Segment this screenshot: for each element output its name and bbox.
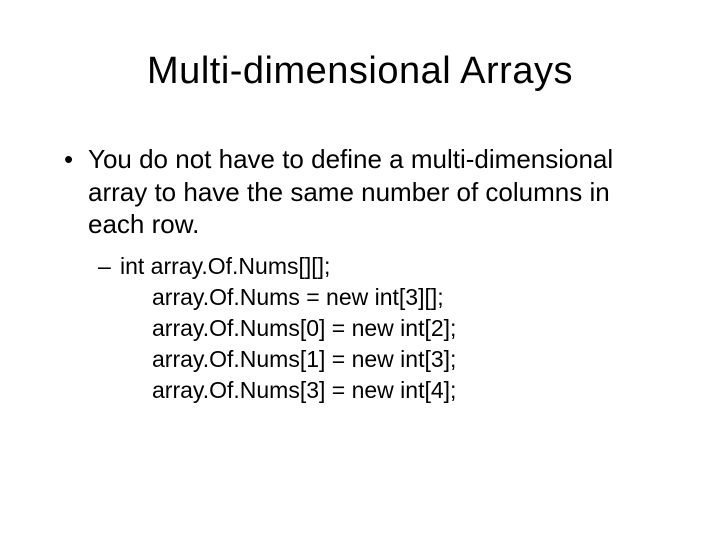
slide: Multi-dimensional Arrays • You do not ha… <box>0 0 720 540</box>
sub-bullet-marker: – <box>98 251 120 282</box>
bullet-item: • You do not have to define a multi-dime… <box>60 143 660 241</box>
bullet-marker: • <box>60 143 88 241</box>
code-text: array.Of.Nums[0] = new int[2]; <box>152 313 660 344</box>
slide-title: Multi-dimensional Arrays <box>60 50 660 93</box>
code-text: array.Of.Nums[1] = new int[3]; <box>152 344 660 375</box>
code-text: int array.Of.Nums[][]; <box>120 251 330 282</box>
bullet-text: You do not have to define a multi-dimens… <box>88 143 660 241</box>
slide-body: • You do not have to define a multi-dime… <box>60 143 660 406</box>
code-text: array.Of.Nums[3] = new int[4]; <box>152 375 660 406</box>
code-text: array.Of.Nums = new int[3][]; <box>152 282 660 313</box>
sub-bullet-item: – int array.Of.Nums[][]; <box>98 251 660 282</box>
